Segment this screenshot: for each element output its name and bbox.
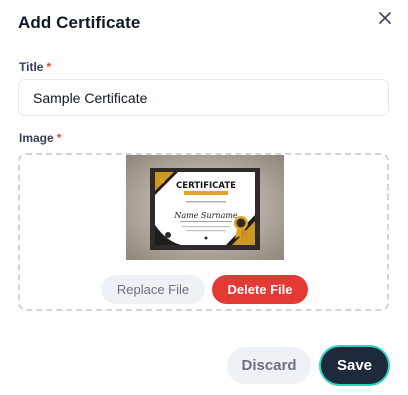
image-dropzone[interactable]: CERTIFICATE Name Surname Replace File De… bbox=[18, 153, 389, 311]
certificate-preview-image: CERTIFICATE Name Surname bbox=[126, 155, 284, 260]
dialog-title: Add Certificate bbox=[18, 13, 141, 32]
certificate-heading: CERTIFICATE bbox=[176, 181, 236, 191]
save-button[interactable]: Save bbox=[321, 347, 388, 384]
discard-button[interactable]: Discard bbox=[227, 347, 311, 384]
title-input[interactable] bbox=[18, 79, 389, 116]
close-icon[interactable] bbox=[376, 9, 394, 27]
required-mark: * bbox=[56, 131, 62, 145]
image-label-text: Image bbox=[19, 131, 54, 145]
certificate-name: Name Surname bbox=[173, 211, 238, 220]
add-certificate-dialog: Add Certificate Title* Image* bbox=[0, 0, 408, 395]
title-label-text: Title bbox=[19, 60, 44, 74]
required-mark: * bbox=[46, 60, 52, 74]
image-field-label: Image * bbox=[19, 131, 61, 145]
delete-file-button[interactable]: Delete File bbox=[212, 275, 308, 304]
title-field-label: Title * bbox=[19, 60, 51, 74]
replace-file-button[interactable]: Replace File bbox=[101, 275, 205, 304]
